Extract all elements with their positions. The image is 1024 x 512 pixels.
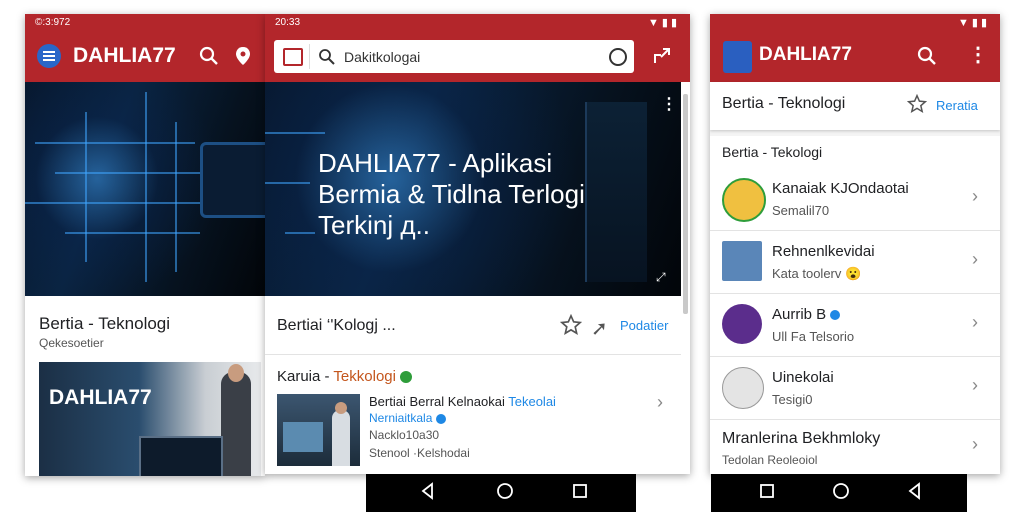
avatar	[722, 178, 766, 222]
more-vert-icon[interactable]: ⋮	[966, 45, 990, 69]
status-bar: 20:33 ▼▮▮	[265, 14, 690, 31]
card-thumbnail[interactable]	[277, 394, 360, 466]
list-item-sub: Ull Fa Telsorio	[772, 329, 855, 344]
hero-banner[interactable]	[25, 82, 265, 296]
list-heading: Bertia - Tekologi	[722, 144, 823, 160]
app-bar: Dakitkologai	[265, 31, 690, 82]
chevron-right-icon[interactable]: ›	[972, 434, 978, 455]
server-rack-image	[585, 102, 647, 282]
search-bar[interactable]: Dakitkologai	[274, 40, 634, 73]
search-input[interactable]: Dakitkologai	[344, 49, 420, 65]
app-title: DAHLIA77	[759, 44, 852, 65]
hero-banner[interactable]: DAHLIA77 - Aplikasi Bermia & Tidlna Terl…	[265, 82, 681, 296]
list-item-title: Mranlerina Bekhmloky	[722, 430, 881, 447]
status-time: ©:3:972	[35, 17, 71, 28]
back-icon[interactable]	[414, 482, 442, 505]
status-bar: ©:3:972	[25, 14, 265, 31]
verified-icon	[830, 310, 841, 321]
chevron-right-icon[interactable]: ›	[972, 249, 978, 270]
header-card: Bertia - Teknologi Reratia	[710, 82, 1000, 130]
list-item-sub: Kata toolerv 😮	[772, 266, 862, 281]
list-item[interactable]: Kanaiak KJOndaotai Semalil70 ›	[710, 168, 1000, 230]
status-bar: ▼▮▮	[710, 14, 1000, 31]
search-icon[interactable]	[915, 45, 939, 69]
list-item[interactable]: Uinekolai Tesigi0 ›	[710, 357, 1000, 419]
chevron-right-icon[interactable]: ›	[972, 312, 978, 333]
share-arrow-icon[interactable]: ➚	[591, 316, 608, 341]
header-action[interactable]: Reratia	[936, 98, 978, 113]
verified-icon	[435, 413, 446, 424]
chevron-right-icon[interactable]: ›	[972, 375, 978, 396]
clock-icon[interactable]	[609, 48, 627, 66]
hero-title-line-3: Terkinj д..	[318, 210, 430, 240]
search-icon[interactable]	[197, 45, 221, 69]
search-icon	[318, 48, 336, 71]
list-item-title: Rehnenlkevidai	[772, 243, 875, 260]
card-source: Nerniaitkala	[369, 411, 446, 425]
list-item-sub: Semalil70	[772, 203, 830, 218]
list-item-sub: Tesigi0	[772, 392, 813, 407]
card-date: Nacklo10a30	[369, 428, 440, 442]
article-thumbnail[interactable]: DAHLIA77	[39, 362, 261, 476]
tab-icon[interactable]	[283, 48, 303, 66]
card-headline[interactable]: Bertiai Berral Kelnaokai Tekeolai	[369, 394, 556, 409]
hero-title-line-2: Bermia & Tidlna Terlogi	[318, 179, 585, 209]
tab-title: Bertiai ‘ʹKologj ...	[277, 317, 396, 334]
list-item-title: Aurrib B	[772, 306, 841, 323]
more-vert-icon[interactable]: ⋮	[661, 94, 677, 114]
location-icon[interactable]	[231, 45, 255, 69]
nav-bar	[366, 474, 636, 512]
star-icon[interactable]	[906, 93, 928, 119]
app-bar: DAHLIA77	[25, 31, 265, 82]
chevron-right-icon[interactable]: ›	[972, 186, 978, 207]
list-item-title: Uinekolai	[772, 369, 834, 386]
hero-title-line-1: DAHLIA77 - Aplikasi	[318, 148, 553, 178]
status-icons: ▼▮▮	[648, 17, 680, 29]
recents-icon[interactable]	[566, 482, 594, 505]
back-icon[interactable]	[901, 482, 929, 505]
tab-action[interactable]: Podatier	[620, 318, 668, 333]
scrollbar[interactable]	[683, 94, 688, 314]
list-container: Bertia - Tekologi Kanaiak KJOndaotai Sem…	[710, 136, 1000, 474]
avatar	[722, 241, 762, 281]
app-bar: DAHLIA77 ⋮	[710, 31, 1000, 82]
header-title: Bertia - Teknologi	[722, 95, 846, 112]
nav-bar	[711, 474, 967, 512]
card-category: Karuia - Tekkologi	[277, 368, 413, 385]
left-screen: ©:3:972 DAHLIA77 Bertia - Teknologi Qeke…	[25, 14, 265, 476]
chevron-right-icon[interactable]: ›	[657, 392, 663, 413]
app-title: DAHLIA77	[73, 44, 176, 67]
status-icons: ▼▮▮	[958, 17, 990, 29]
list-item-sub: Tedolan Reoleoiol	[722, 453, 818, 467]
middle-screen: 20:33 ▼▮▮ Dakitkologai DAHLIA77 - Aplika…	[265, 14, 690, 474]
home-icon[interactable]	[827, 482, 855, 505]
section-title: Bertia - Teknologi	[39, 314, 171, 333]
right-screen: ▼▮▮ DAHLIA77 ⋮ Bertia - Teknologi Rerati…	[710, 14, 1000, 474]
avatar	[722, 304, 762, 344]
expand-icon[interactable]: ⤢	[656, 270, 666, 285]
share-icon[interactable]	[651, 45, 673, 72]
thumb-text: DAHLIA77	[49, 386, 152, 409]
recents-icon[interactable]	[753, 482, 781, 505]
status-time: 20:33	[275, 17, 301, 28]
circuit-chip-image	[200, 142, 265, 218]
list-item[interactable]: Mranlerina Bekhmloky Tedolan Reoleoiol ›	[710, 420, 1000, 474]
avatar	[722, 367, 764, 409]
list-item[interactable]: Rehnenlkevidai Kata toolerv 😮 ›	[710, 231, 1000, 293]
section-subtitle: Qekesoetier	[39, 336, 104, 350]
app-logo-icon	[723, 41, 752, 73]
presenter-figure	[221, 372, 251, 476]
list-item-title: Kanaiak KJOndaotai	[772, 180, 909, 197]
home-icon[interactable]	[491, 482, 519, 505]
list-item[interactable]: Aurrib B Ull Fa Telsorio ›	[710, 294, 1000, 356]
verified-icon	[400, 371, 413, 384]
star-icon[interactable]	[559, 313, 583, 341]
menu-icon[interactable]	[37, 44, 61, 68]
card-meta: Stenool ·Kelshodai	[369, 446, 470, 460]
